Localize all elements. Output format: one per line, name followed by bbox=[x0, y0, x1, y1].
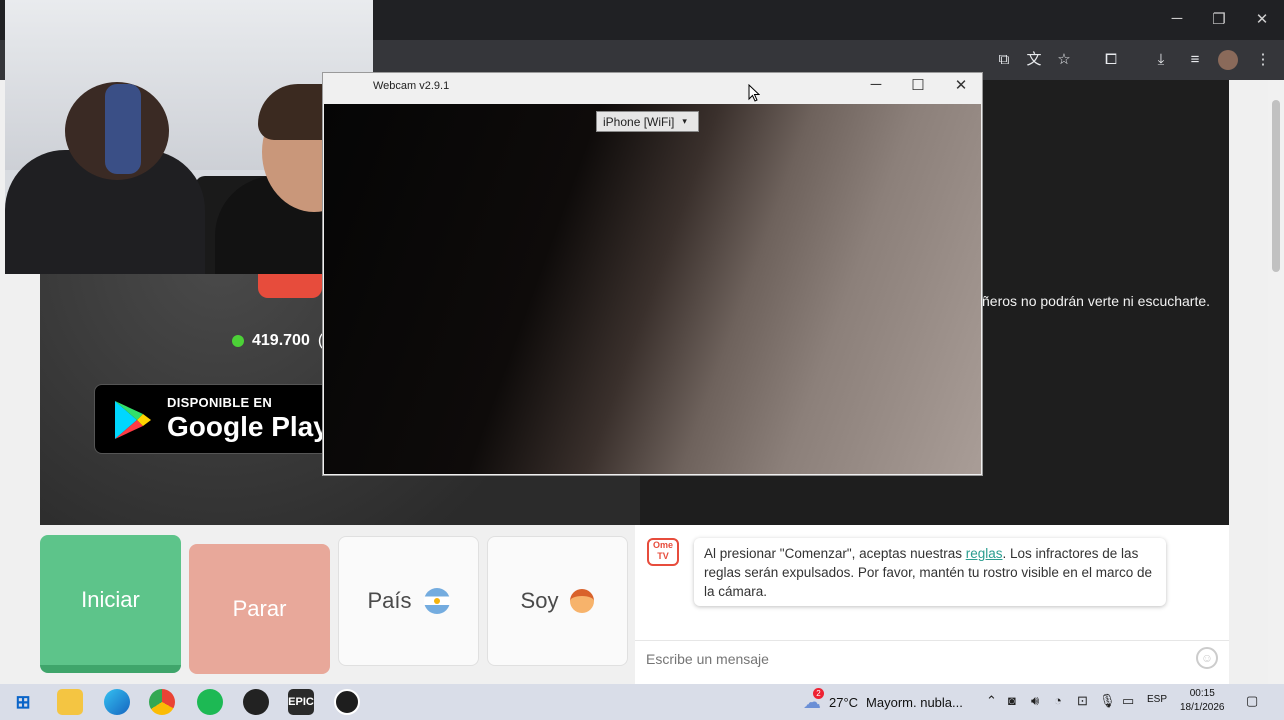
extensions-icon[interactable]: ⧠ bbox=[1100, 50, 1122, 70]
chevron-down-icon: ▾ bbox=[682, 116, 687, 126]
argentina-flag-icon bbox=[423, 588, 450, 614]
emoji-icon[interactable]: ☺ bbox=[1196, 647, 1218, 669]
webcam-window-title: Webcam v2.9.1 bbox=[373, 80, 450, 92]
online-count: 419.700 bbox=[252, 332, 310, 349]
tray-app-icon[interactable]: ◙ bbox=[1008, 693, 1016, 708]
country-button[interactable]: País bbox=[338, 536, 479, 666]
cloud-icon: ☁ 2 bbox=[803, 688, 824, 713]
weather-description: Mayorm. nubla... bbox=[866, 695, 963, 710]
weather-widget[interactable]: ☁ 2 27°C Mayorm. nubla... bbox=[803, 688, 963, 713]
webcam-maximize-button[interactable]: ☐ bbox=[903, 76, 933, 94]
chat-message-input[interactable] bbox=[646, 649, 1186, 669]
country-button-label: País bbox=[367, 588, 412, 613]
translate-icon[interactable]: 文 bbox=[1023, 50, 1045, 70]
online-dot-icon bbox=[232, 335, 244, 347]
media-icon[interactable]: ≡ bbox=[1184, 50, 1206, 70]
gender-button-label: Soy bbox=[520, 588, 559, 613]
display-icon[interactable]: ⊡ bbox=[1077, 693, 1088, 709]
google-play-main-text: Google Play bbox=[167, 411, 329, 442]
boy-emoji-icon bbox=[570, 589, 595, 613]
camera-source-select[interactable]: iPhone [WiFi] ▾ bbox=[596, 111, 699, 132]
close-button[interactable]: ✕ bbox=[1247, 10, 1277, 28]
network-icon[interactable]: ◔ bbox=[1054, 693, 1062, 708]
spotify-icon[interactable] bbox=[197, 689, 223, 715]
system-clock[interactable]: 00:15 18/1/2026 bbox=[1180, 687, 1225, 715]
chevron-up-icon[interactable]: ⌃ bbox=[986, 693, 997, 709]
volume-icon[interactable]: 🔊︎ bbox=[1031, 693, 1039, 709]
streamer-webcam-overlay bbox=[5, 0, 373, 274]
weather-badge: 2 bbox=[813, 688, 824, 699]
windows-icon[interactable]: ⊞ bbox=[10, 689, 36, 715]
webcam-close-button[interactable]: ✕ bbox=[946, 76, 976, 94]
minimize-button[interactable]: ─ bbox=[1162, 10, 1192, 27]
google-play-badge[interactable]: DISPONIBLE EN Google Play bbox=[94, 384, 334, 454]
obs-icon[interactable] bbox=[334, 689, 360, 715]
star-icon[interactable]: ☆ bbox=[1053, 50, 1075, 70]
stop-button[interactable]: Parar bbox=[189, 544, 330, 674]
chat-message-text-1: Al presionar "Comenzar", aceptas nuestra… bbox=[704, 546, 966, 561]
warning-text: ñeros no podrán verte ni escucharte. bbox=[982, 293, 1211, 309]
google-play-icon bbox=[115, 401, 151, 439]
camera-source-value: iPhone [WiFi] bbox=[603, 114, 675, 129]
webcam-minimize-button[interactable]: ─ bbox=[861, 76, 891, 93]
monitor-icon[interactable]: ▭ bbox=[1122, 693, 1134, 709]
cast-icon[interactable]: ⧉ bbox=[993, 50, 1015, 70]
headset-icon bbox=[105, 84, 141, 174]
gender-button[interactable]: Soy bbox=[487, 536, 628, 666]
online-counter: 419.700 ( bbox=[232, 332, 323, 350]
start-button-label: Iniciar bbox=[81, 587, 140, 612]
chrome-icon[interactable] bbox=[149, 689, 175, 715]
temperature: 27°C bbox=[829, 695, 859, 710]
microphone-icon[interactable]: 🎙︎ bbox=[1099, 693, 1116, 709]
ometv-logo-badge bbox=[258, 272, 322, 298]
notification-icon[interactable]: ▢ bbox=[1246, 693, 1258, 709]
clock-time: 00:15 bbox=[1189, 688, 1215, 699]
stop-button-label: Parar bbox=[232, 596, 287, 621]
avatar[interactable] bbox=[1218, 50, 1238, 70]
edge-icon[interactable] bbox=[104, 689, 130, 715]
input-language[interactable]: ESP bbox=[1147, 694, 1167, 705]
clock-date: 18/1/2026 bbox=[1180, 702, 1225, 713]
app-icon[interactable] bbox=[243, 689, 269, 715]
chat-system-message: Al presionar "Comenzar", aceptas nuestra… bbox=[694, 538, 1166, 606]
file-explorer-icon[interactable] bbox=[57, 689, 83, 715]
start-button[interactable]: Iniciar bbox=[40, 535, 181, 673]
mouse-cursor-icon bbox=[748, 84, 760, 102]
taskbar bbox=[0, 684, 1284, 720]
chat-divider bbox=[635, 640, 1229, 641]
google-play-small-text: DISPONIBLE EN bbox=[167, 395, 273, 410]
epic-games-icon[interactable]: EPIC bbox=[288, 689, 314, 715]
rules-link[interactable]: reglas bbox=[966, 546, 1003, 561]
page-margin-right bbox=[1229, 80, 1268, 684]
restore-button[interactable]: ❐ bbox=[1204, 10, 1234, 28]
scrollbar-thumb[interactable] bbox=[1272, 100, 1280, 272]
ometv-logo-icon: Ome TV bbox=[647, 538, 679, 566]
download-icon[interactable]: ⤓ bbox=[1150, 50, 1172, 70]
menu-icon[interactable]: ⋮ bbox=[1252, 50, 1274, 70]
webcam-feed bbox=[324, 104, 981, 474]
